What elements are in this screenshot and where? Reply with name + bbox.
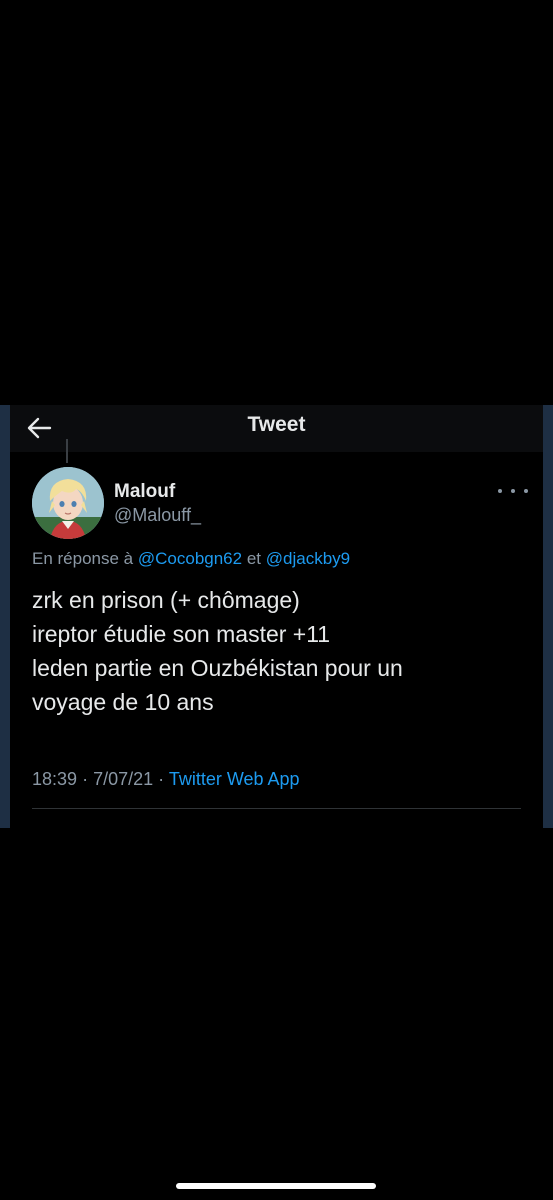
tweet-text: zrk en prison (+ chômage) ireptor étudie… (32, 583, 532, 719)
avatar[interactable] (32, 467, 104, 539)
tweet-line: voyage de 10 ans (32, 689, 214, 715)
home-indicator[interactable] (176, 1183, 376, 1189)
thread-connector-line (66, 439, 68, 463)
mention-link-2[interactable]: @djackby9 (266, 549, 350, 568)
tweet-line: ireptor étudie son master +11 (32, 621, 331, 647)
dot-icon (524, 489, 528, 493)
source-app-link[interactable]: Twitter Web App (169, 769, 300, 789)
tweet-line: zrk en prison (+ chômage) (32, 587, 300, 613)
tweet-screenshot: Tweet Malouf @Malouff_ En réponse à @Coc… (0, 405, 553, 828)
more-options-button[interactable] (498, 481, 528, 501)
tweet-time: 18:39 (32, 769, 78, 789)
dot-icon (498, 489, 502, 493)
mention-link-1[interactable]: @Cocobgn62 (138, 549, 242, 568)
dot-icon (511, 489, 515, 493)
author-name[interactable]: Malouf (114, 481, 175, 503)
reply-context: En réponse à @Cocobgn62 et @djackby9 (32, 549, 350, 569)
top-bar: Tweet (10, 405, 543, 452)
page-title: Tweet (247, 413, 306, 436)
reply-connector: et (246, 549, 262, 568)
tweet-line: leden partie en Ouzbékistan pour un (32, 655, 403, 681)
meta-separator: · (158, 769, 165, 789)
story-page: Tweet Malouf @Malouff_ En réponse à @Coc… (0, 0, 553, 1200)
anime-avatar-icon (32, 467, 104, 539)
reply-prefix: En réponse à (32, 549, 134, 568)
divider (32, 808, 521, 809)
meta-separator: · (82, 769, 89, 789)
tweet-date: 7/07/21 (93, 769, 154, 789)
author-handle[interactable]: @Malouff_ (114, 505, 201, 526)
tweet-meta: 18:39 · 7/07/21 · Twitter Web App (32, 769, 300, 790)
